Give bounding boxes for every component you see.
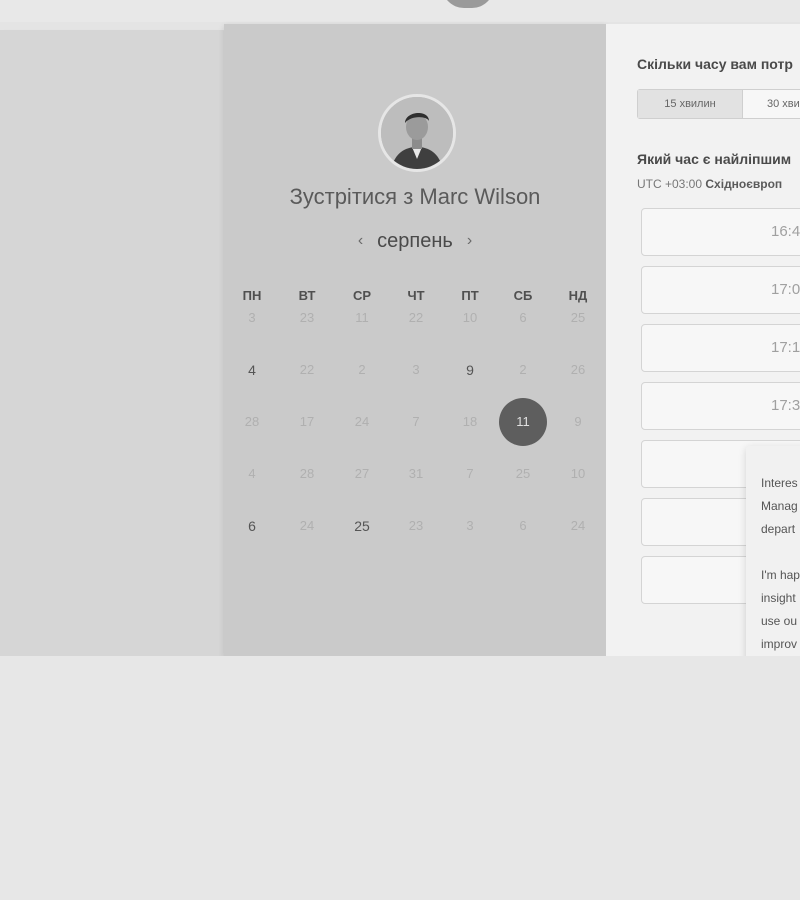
popover-text-line: depart [761,522,796,536]
calendar-week-row: 3 23 11 22 10 6 25 [224,294,606,346]
calendar-day: 28 [299,466,315,481]
calendar-day: 11 [355,310,369,325]
calendar-day: 26 [570,362,586,377]
time-question: Який час є найліпшим [637,151,792,167]
calendar-day: 28 [244,414,260,429]
calendar-day-available[interactable]: 9 [446,346,494,394]
calendar-day-available[interactable]: 6 [228,502,276,550]
calendar-day-available[interactable]: 25 [338,502,386,550]
month-navigation: ‹ серпень › [224,230,606,253]
calendar-day: 31 [408,466,424,481]
calendar-day: 23 [408,518,424,533]
popover-text-line: insight [761,591,796,605]
logo-blob-icon [442,0,494,8]
duration-selector: 15 хвилин 30 хви [637,89,800,119]
duration-option-30[interactable]: 30 хви [743,90,800,118]
time-slot[interactable]: 17:1 [641,324,800,372]
calendar-day-selected[interactable]: 11 [499,398,547,446]
calendar-day: 7 [412,414,420,429]
left-background-panel [0,30,226,656]
timezone-name: Східноєвроп [705,177,783,191]
calendar-week-row: 4 22 2 3 9 2 26 [224,346,606,398]
calendar-day: 9 [574,414,582,429]
calendar-day: 24 [354,414,370,429]
duration-question: Скільки часу вам потр [637,56,793,72]
popover-text-line: Manag [761,499,798,513]
calendar-day: 22 [408,310,424,325]
calendar-week-row: 28 17 24 7 18 11 9 [224,398,606,450]
time-slot[interactable]: 16:4 [641,208,800,256]
calendar-week-row: 6 24 25 23 3 6 24 [224,502,606,554]
calendar-day: 3 [412,362,420,377]
month-label: серпень [377,230,453,252]
avatar [378,94,456,172]
calendar-day: 25 [570,310,586,325]
calendar-day: 6 [519,310,527,325]
calendar-grid: ПН ВТ СР ЧТ ПТ СБ НД 3 23 11 22 10 6 25 … [224,286,606,554]
calendar-day: 18 [462,414,478,429]
time-slot-label: 17:0 [771,281,800,298]
time-slot-label: 17:3 [771,397,800,414]
duration-option-15[interactable]: 15 хвилин [638,90,743,118]
time-slot-label: 17:1 [771,339,800,356]
calendar-day: 24 [299,518,315,533]
calendar-day: 4 [248,466,256,481]
calendar-day: 25 [515,466,531,481]
popover-text-line: Interes [761,476,798,490]
calendar-day: 22 [299,362,315,377]
time-slot-label: 16:4 [771,223,800,240]
calendar-day: 3 [466,518,474,533]
meeting-title: Зустрітися з Marc Wilson [289,184,541,209]
calendar-day: 10 [570,466,586,481]
time-slot[interactable]: 17:3 [641,382,800,430]
chevron-left-icon[interactable]: ‹ [358,232,363,250]
calendar-day: 17 [299,414,315,429]
person-portrait-icon [381,97,453,169]
calendar-day: 7 [466,466,474,481]
popover-text-line: improv [761,637,798,651]
timezone-label[interactable]: UTC +03:00 Східноєвроп [637,177,782,191]
time-slot[interactable]: 17:0 [641,266,800,314]
calendar-day: 24 [570,518,586,533]
calendar-day-available[interactable]: 4 [228,346,276,394]
top-bar [0,0,800,22]
calendar-day: 27 [354,466,370,481]
chevron-right-icon[interactable]: › [467,232,472,250]
page-background [0,656,800,900]
calendar-week-row: 4 28 27 31 7 25 10 [224,450,606,502]
calendar-day: 3 [248,310,256,325]
calendar-day: 2 [358,362,366,377]
timezone-offset: UTC +03:00 [637,177,703,191]
calendar-panel: Зустрітися з Marc Wilson ‹ серпень › ПН ВТ… [224,24,606,656]
popover-text-line: use ou [761,614,798,628]
calendar-day: 6 [519,518,527,533]
calendar-day: 2 [519,362,527,377]
calendar-day: 10 [462,310,478,325]
calendar-day: 23 [299,310,315,325]
popover-text-line: I'm hap [761,568,800,582]
